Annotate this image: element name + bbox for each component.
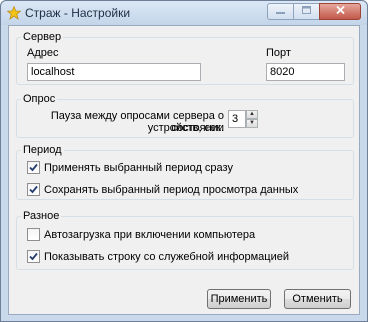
chevron-up-icon: ▲ xyxy=(249,111,255,117)
minimize-icon xyxy=(276,6,285,17)
server-group-legend: Сервер xyxy=(23,31,62,43)
port-label: Порт xyxy=(266,47,291,59)
spin-up-button[interactable]: ▲ xyxy=(246,110,258,119)
autostart-checkbox-row[interactable]: Автозагрузка при включении компьютера xyxy=(27,228,255,241)
spin-down-button[interactable]: ▼ xyxy=(246,119,258,128)
apply-immediately-label: Применять выбранный период сразу xyxy=(44,161,233,174)
close-icon xyxy=(335,5,345,17)
save-period-checkbox[interactable] xyxy=(27,183,40,196)
period-group-legend: Период xyxy=(23,144,62,156)
show-service-line-checkbox[interactable] xyxy=(27,250,40,263)
poll-interval-stepper[interactable]: 3 ▲ ▼ xyxy=(228,110,258,128)
port-field[interactable] xyxy=(266,63,345,81)
close-button[interactable] xyxy=(319,3,361,20)
save-period-label: Сохранять выбранный период просмотра дан… xyxy=(44,183,299,196)
address-field[interactable] xyxy=(27,63,201,81)
settings-window: Страж - Настройки Сервер Адрес localhost… xyxy=(0,0,368,322)
minimize-button[interactable] xyxy=(267,3,293,20)
autostart-label: Автозагрузка при включении компьютера xyxy=(44,228,256,241)
apply-immediately-checkbox-row[interactable]: Применять выбранный период сразу xyxy=(27,161,233,174)
address-label: Адрес xyxy=(27,47,59,59)
poll-group-legend: Опрос xyxy=(23,93,56,105)
check-icon xyxy=(29,185,38,194)
check-icon xyxy=(29,252,38,261)
apply-button[interactable]: Применить xyxy=(207,289,271,309)
maximize-button[interactable] xyxy=(293,3,319,20)
autostart-checkbox[interactable] xyxy=(27,228,40,241)
check-icon xyxy=(29,163,38,172)
star-icon xyxy=(6,5,22,20)
chevron-down-icon: ▼ xyxy=(249,120,255,126)
show-service-line-checkbox-row[interactable]: Показывать строку со служебной информаци… xyxy=(27,250,289,263)
apply-immediately-checkbox[interactable] xyxy=(27,161,40,174)
misc-group-legend: Разное xyxy=(23,210,60,222)
poll-interval-value[interactable]: 3 xyxy=(228,110,246,128)
maximize-icon xyxy=(302,6,311,17)
window-title: Страж - Настройки xyxy=(25,6,131,20)
show-service-line-label: Показывать строку со служебной информаци… xyxy=(44,250,289,263)
poll-interval-label-line2: устройств, сек. xyxy=(147,122,224,134)
title-bar[interactable]: Страж - Настройки xyxy=(1,1,367,25)
dialog-client-area: Сервер Адрес Порт Опрос Пауза между опро… xyxy=(8,25,360,315)
save-period-checkbox-row[interactable]: Сохранять выбранный период просмотра дан… xyxy=(27,183,298,196)
cancel-button[interactable]: Отменить xyxy=(284,289,351,309)
